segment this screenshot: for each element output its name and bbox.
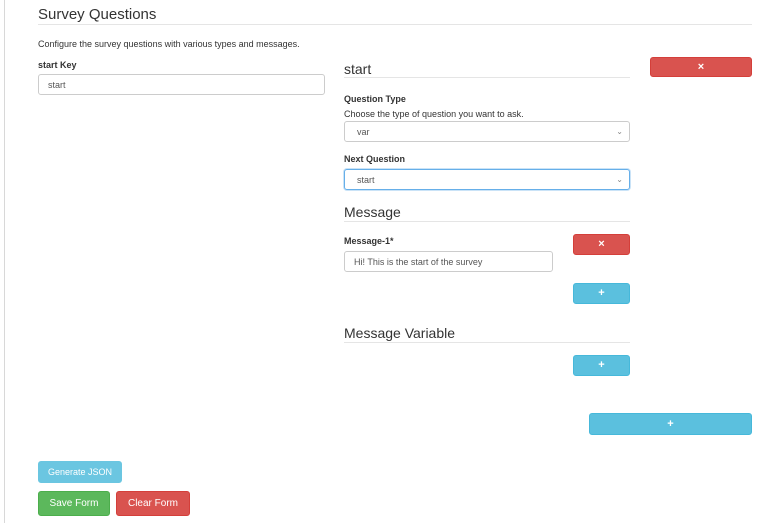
delete-message-button[interactable]: × <box>573 234 630 255</box>
question-heading: start <box>344 61 372 77</box>
close-icon: × <box>598 238 605 250</box>
generate-json-button[interactable]: Generate JSON <box>38 461 122 483</box>
question-type-value: var <box>357 126 370 137</box>
plus-icon: + <box>598 287 605 299</box>
question-type-select[interactable]: var ⌄ <box>344 121 630 142</box>
page-description: Configure the survey questions with vari… <box>38 39 300 49</box>
question-type-label: Question Type <box>344 94 406 104</box>
start-key-input[interactable]: start <box>38 74 325 95</box>
page-title: Survey Questions <box>38 6 157 23</box>
chevron-down-icon: ⌄ <box>616 127 623 136</box>
message-variable-heading: Message Variable <box>344 325 456 341</box>
add-question-button[interactable]: + <box>589 413 752 435</box>
next-question-label: Next Question <box>344 154 406 164</box>
message-1-label: Message-1* <box>344 236 394 246</box>
next-question-value: start <box>357 174 375 185</box>
message-variable-divider <box>344 342 630 343</box>
start-key-value: start <box>48 79 66 90</box>
delete-question-button[interactable]: × <box>650 57 752 77</box>
add-message-variable-button[interactable]: + <box>573 355 630 376</box>
next-question-select[interactable]: start ⌄ <box>344 169 630 190</box>
start-key-label: start Key <box>38 60 77 70</box>
add-message-button[interactable]: + <box>573 283 630 304</box>
chevron-down-icon: ⌄ <box>616 175 623 184</box>
message-divider <box>344 221 630 222</box>
plus-icon: + <box>667 417 674 430</box>
message-heading: Message <box>344 204 401 220</box>
question-divider <box>344 77 630 78</box>
clear-form-button[interactable]: Clear Form <box>116 491 190 516</box>
message-1-input[interactable]: Hi! This is the start of the survey <box>344 251 553 272</box>
title-divider <box>38 24 752 25</box>
save-form-button[interactable]: Save Form <box>38 491 110 516</box>
close-icon: × <box>697 60 705 73</box>
plus-icon: + <box>598 359 605 371</box>
message-1-value: Hi! This is the start of the survey <box>354 256 483 267</box>
question-type-help: Choose the type of question you want to … <box>344 109 524 119</box>
